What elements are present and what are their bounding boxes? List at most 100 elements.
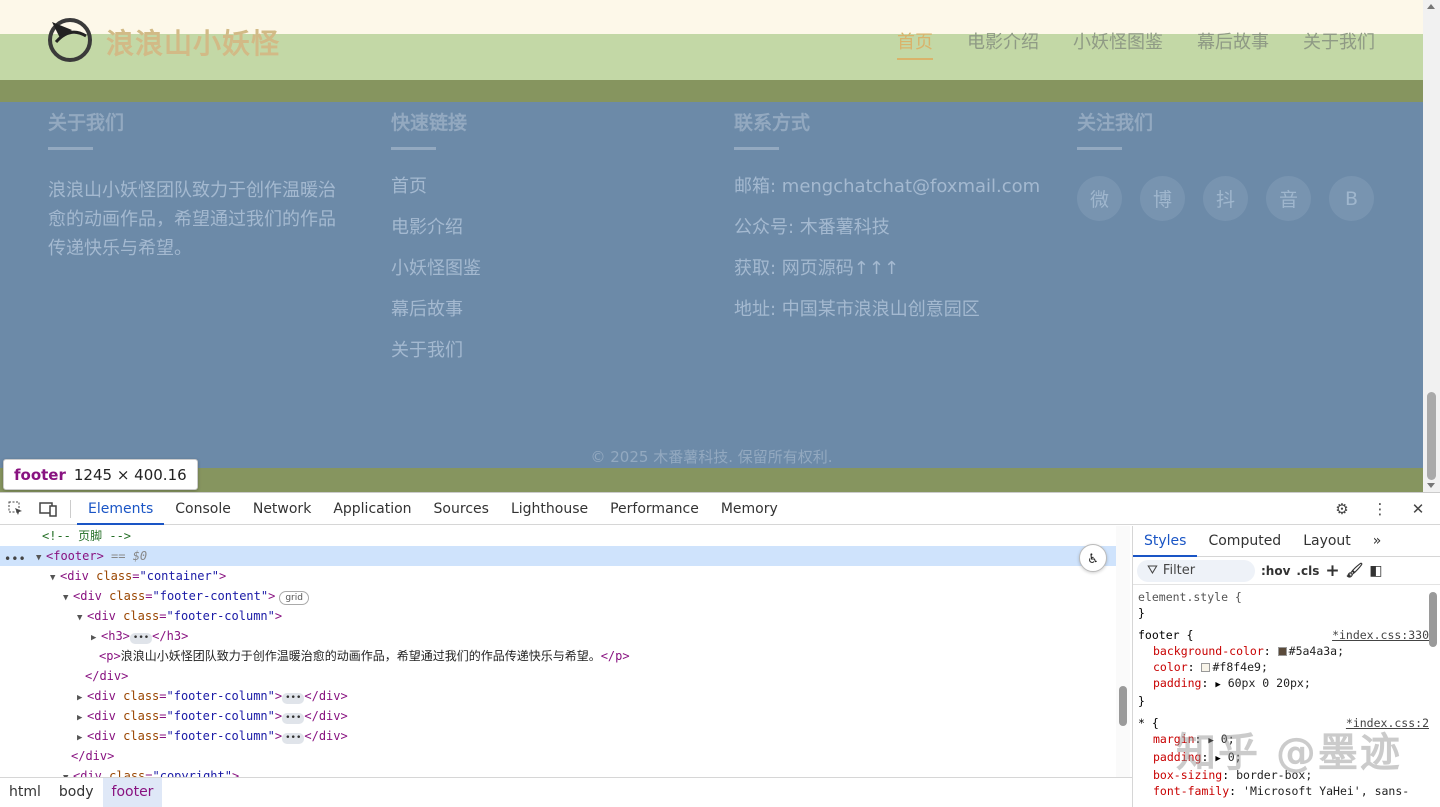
grid-badge[interactable]: grid <box>279 591 309 605</box>
toolbar-divider <box>70 499 71 518</box>
nav-behind-scenes[interactable]: 幕后故事 <box>1197 28 1269 54</box>
douyin-icon[interactable]: 抖 <box>1203 176 1248 221</box>
node-actions-icon[interactable]: ••• <box>4 549 26 569</box>
dom-node-footer-selected[interactable]: ••• ▼ <footer> == $0 <box>0 546 1116 566</box>
nav-about[interactable]: 关于我们 <box>1303 28 1375 54</box>
dom-node-footer-column[interactable]: ▼ <div class="footer-column"> <box>77 606 282 626</box>
weibo-icon[interactable]: 微 <box>1077 176 1122 221</box>
header-gap-band <box>0 80 1423 102</box>
color-swatch-bg[interactable] <box>1277 647 1287 656</box>
page-scrollbar-thumb[interactable] <box>1427 392 1436 480</box>
footer-column-follow: 关注我们 微 博 抖 音 B <box>1077 108 1374 221</box>
cls-button[interactable]: .cls <box>1296 564 1319 578</box>
dom-node-footer-column-4[interactable]: ▶ <div class="footer-column"> ••• </div> <box>77 726 348 746</box>
title-underline <box>48 147 93 150</box>
logo-icon[interactable] <box>46 16 94 64</box>
footer-column-links: 快速链接 首页 电影介绍 小妖怪图鉴 幕后故事 关于我们 <box>391 108 481 381</box>
dom-node-h3[interactable]: ▶ <h3> ••• </h3> <box>91 626 188 646</box>
styles-tabs: Styles Computed Layout » <box>1133 526 1440 557</box>
tab-lighthouse[interactable]: Lighthouse <box>500 493 599 525</box>
tab-console[interactable]: Console <box>164 493 242 525</box>
devtools-toolbar: Elements Console Network Application Sou… <box>0 493 1440 525</box>
nav-movie-intro[interactable]: 电影介绍 <box>967 28 1039 54</box>
styles-filter-input[interactable]: ⛛ Filter <box>1137 559 1255 582</box>
dom-close-div[interactable]: </div> <box>85 666 128 686</box>
yin-icon[interactable]: 音 <box>1266 176 1311 221</box>
footer-column-about: 关于我们 浪浪山小妖怪团队致力于创作温暖治愈的动画作品，希望通过我们的作品传递快… <box>48 108 348 263</box>
scroll-down-icon[interactable] <box>1427 483 1435 488</box>
footer-link-behind-scenes[interactable]: 幕后故事 <box>391 299 481 340</box>
dom-comment[interactable]: <!-- 页脚 --> <box>42 526 131 546</box>
page-scrollbar[interactable] <box>1423 0 1440 492</box>
settings-gear-icon[interactable]: ⚙ <box>1326 493 1358 525</box>
dom-node-footer-column-3[interactable]: ▶ <div class="footer-column"> ••• </div> <box>77 706 348 726</box>
new-rule-plus-icon[interactable]: + <box>1325 561 1339 581</box>
footer-link-monster-gallery[interactable]: 小妖怪图鉴 <box>391 258 481 299</box>
breadcrumb-html[interactable]: html <box>0 778 50 807</box>
rule-element-style[interactable]: element.style { } <box>1138 589 1435 621</box>
styles-filter-row: ⛛ Filter :hov .cls + 🖌 ◧ <box>1133 557 1440 585</box>
accessibility-icon[interactable]: ♿ <box>1079 544 1107 572</box>
nav-monster-gallery[interactable]: 小妖怪图鉴 <box>1073 28 1163 54</box>
color-swatch-text[interactable] <box>1201 663 1211 672</box>
rule-footer[interactable]: footer {*index.css:330 background-color:… <box>1138 627 1435 709</box>
filter-icon: ⛛ <box>1147 563 1158 578</box>
paint-brush-icon[interactable]: 🖌 <box>1346 563 1364 579</box>
tab-layout[interactable]: Layout <box>1292 526 1362 557</box>
footer-link-about[interactable]: 关于我们 <box>391 340 481 381</box>
social-icons: 微 博 抖 音 B <box>1077 176 1374 221</box>
more-options-icon[interactable]: ⋮ <box>1364 493 1396 525</box>
contact-source: 获取: 网页源码↑↑↑ <box>734 258 900 279</box>
tab-styles[interactable]: Styles <box>1133 526 1198 557</box>
dom-node-p[interactable]: <p>浪浪山小妖怪团队致力于创作温暖治愈的动画作品，希望通过我们的作品传递快乐与… <box>99 646 630 666</box>
bo-icon[interactable]: 博 <box>1140 176 1185 221</box>
styles-scrollbar-thumb[interactable] <box>1429 592 1437 647</box>
dom-scrollbar[interactable] <box>1116 526 1130 777</box>
breadcrumb-footer[interactable]: footer <box>102 778 163 807</box>
device-toolbar-icon[interactable] <box>32 493 64 525</box>
collapsed-ellipsis[interactable]: ••• <box>129 633 153 644</box>
tab-network[interactable]: Network <box>242 493 322 525</box>
main-nav: 首页 电影介绍 小妖怪图鉴 幕后故事 关于我们 <box>897 28 1375 60</box>
hov-button[interactable]: :hov <box>1261 564 1290 578</box>
source-link-footer[interactable]: *index.css:330 <box>1332 627 1429 643</box>
footer-link-home[interactable]: 首页 <box>391 176 481 217</box>
dom-node-copyright[interactable]: ▼<div class="copyright"> <box>63 766 239 777</box>
tab-computed[interactable]: Computed <box>1197 526 1292 557</box>
bilibili-icon[interactable]: B <box>1329 176 1374 221</box>
footer-contact-title: 联系方式 <box>734 112 811 134</box>
footer-link-movie-intro[interactable]: 电影介绍 <box>391 217 481 258</box>
breadcrumb-body[interactable]: body <box>50 778 103 807</box>
contact-email: 邮箱: mengchatchat@foxmail.com <box>734 176 1041 197</box>
logo-text[interactable]: 浪浪山小妖怪 <box>106 22 280 62</box>
footer-contact-list: 邮箱: mengchatchat@foxmail.com 公众号: 木番薯科技 … <box>734 176 1040 340</box>
dom-close-div-2[interactable]: </div> <box>71 746 114 766</box>
footer-about-title: 关于我们 <box>48 112 125 134</box>
tooltip-tag: footer <box>14 465 66 484</box>
toggle-sidebar-icon[interactable]: ◧ <box>1369 563 1382 579</box>
footer-links-title: 快速链接 <box>391 112 468 134</box>
footer-links-list: 首页 电影介绍 小妖怪图鉴 幕后故事 关于我们 <box>391 176 481 381</box>
dom-node-footer-column-2[interactable]: ▶ <div class="footer-column"> ••• </div> <box>77 686 348 706</box>
tooltip-dimensions: 1245 × 400.16 <box>73 465 187 484</box>
title-underline <box>391 147 436 150</box>
breadcrumb: html body footer <box>0 777 1132 807</box>
dom-node-container[interactable]: ▼ <div class="container"> <box>50 566 226 586</box>
tab-elements[interactable]: Elements <box>77 493 165 525</box>
tab-application[interactable]: Application <box>322 493 422 525</box>
devtools-actions: ⚙ ⋮ ✕ <box>1326 493 1434 525</box>
dom-node-footer-content[interactable]: ▼ <div class="footer-content"> grid <box>63 586 309 606</box>
styles-scrollbar[interactable] <box>1426 582 1440 807</box>
nav-home[interactable]: 首页 <box>897 28 933 60</box>
close-icon[interactable]: ✕ <box>1402 493 1434 525</box>
title-underline <box>734 147 779 150</box>
tab-sources[interactable]: Sources <box>423 493 500 525</box>
tab-memory[interactable]: Memory <box>710 493 789 525</box>
scroll-up-icon[interactable] <box>1427 4 1435 9</box>
footer-about-text: 浪浪山小妖怪团队致力于创作温暖治愈的动画作品，希望通过我们的作品传递快乐与希望。 <box>48 180 336 259</box>
page-viewport: 浪浪山小妖怪 首页 电影介绍 小妖怪图鉴 幕后故事 关于我们 关于我们 浪浪山小… <box>0 0 1423 492</box>
dom-scrollbar-thumb[interactable] <box>1119 686 1127 726</box>
tab-performance[interactable]: Performance <box>599 493 710 525</box>
inspect-element-icon[interactable] <box>0 493 32 525</box>
more-tabs-icon[interactable]: » <box>1362 526 1393 557</box>
